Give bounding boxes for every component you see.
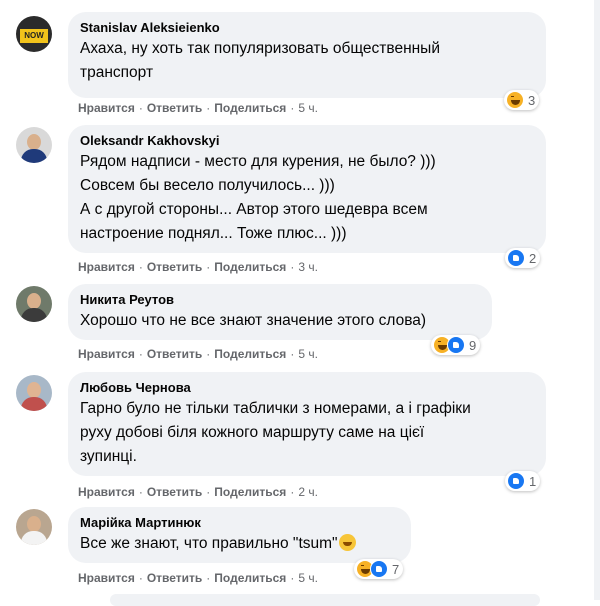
comment-bubble: Никита Реутов Хорошо что не все знают зн… bbox=[68, 284, 492, 340]
comment-bubble: Любовь Чернова Гарно було не тільки табл… bbox=[68, 372, 546, 476]
reaction-count: 2 bbox=[529, 250, 537, 266]
comment-text: Ахаха, ну хоть так популяризовать общест… bbox=[80, 40, 440, 81]
comment-author[interactable]: Никита Реутов bbox=[80, 292, 480, 308]
comment-author[interactable]: Марійка Мартинюк bbox=[80, 515, 399, 531]
comment-author[interactable]: Stanislav Aleksieienko bbox=[80, 20, 534, 36]
grinning-emoji-icon bbox=[338, 534, 356, 551]
comment-bubble: Stanislav Aleksieienko Ахаха, ну хоть та… bbox=[68, 12, 546, 98]
reply-button[interactable]: Ответить bbox=[147, 347, 202, 361]
share-button[interactable]: Поделиться bbox=[214, 347, 286, 361]
comment-actions: Нравится · Ответить · Поделиться · 5 ч. bbox=[78, 101, 318, 115]
reply-button[interactable]: Ответить bbox=[147, 571, 202, 585]
reply-button[interactable]: Ответить bbox=[147, 485, 202, 499]
reaction-count: 3 bbox=[528, 92, 536, 108]
reaction-summary[interactable]: 3 bbox=[504, 90, 540, 110]
next-comment-bubble bbox=[110, 594, 540, 606]
timestamp[interactable]: 5 ч. bbox=[298, 101, 318, 115]
avatar[interactable] bbox=[16, 375, 52, 411]
haha-icon bbox=[506, 91, 524, 109]
comment-text: Рядом надписи - место для курения, не бы… bbox=[80, 153, 436, 242]
comment-actions: Нравится · Ответить · Поделиться · 5 ч. bbox=[78, 571, 318, 585]
page-scroll-gutter bbox=[594, 0, 600, 600]
reply-button[interactable]: Ответить bbox=[147, 101, 202, 115]
like-button[interactable]: Нравится bbox=[78, 347, 135, 361]
avatar[interactable] bbox=[16, 509, 52, 545]
comment-bubble: Марійка Мартинюк Все же знают, что прави… bbox=[68, 507, 411, 563]
avatar[interactable] bbox=[16, 286, 52, 322]
timestamp[interactable]: 5 ч. bbox=[298, 571, 318, 585]
like-button[interactable]: Нравится bbox=[78, 260, 135, 274]
comment-actions: Нравится · Ответить · Поделиться · 2 ч. bbox=[78, 485, 318, 499]
avatar[interactable]: NOW bbox=[16, 16, 52, 52]
comment-text: Гарно було не тільки таблички з номерами… bbox=[80, 400, 471, 465]
reaction-count: 1 bbox=[529, 473, 537, 489]
avatar-sign: NOW bbox=[20, 29, 48, 43]
share-button[interactable]: Поделиться bbox=[214, 485, 286, 499]
like-button[interactable]: Нравится bbox=[78, 101, 135, 115]
reaction-summary[interactable]: 9 bbox=[431, 335, 481, 355]
reply-button[interactable]: Ответить bbox=[147, 260, 202, 274]
reaction-count: 9 bbox=[469, 337, 477, 353]
timestamp[interactable]: 2 ч. bbox=[298, 485, 318, 499]
comment-actions: Нравится · Ответить · Поделиться · 5 ч. bbox=[78, 347, 318, 361]
comment-bubble: Oleksandr Kakhovskyi Рядом надписи - мес… bbox=[68, 125, 546, 253]
timestamp[interactable]: 3 ч. bbox=[298, 260, 318, 274]
share-button[interactable]: Поделиться bbox=[214, 101, 286, 115]
share-button[interactable]: Поделиться bbox=[214, 571, 286, 585]
reaction-summary[interactable]: 1 bbox=[505, 471, 541, 491]
timestamp[interactable]: 5 ч. bbox=[298, 347, 318, 361]
like-button[interactable]: Нравится bbox=[78, 485, 135, 499]
like-icon bbox=[447, 336, 465, 354]
comment-text: Все же знают, что правильно "tsum" bbox=[80, 532, 399, 556]
avatar[interactable] bbox=[16, 127, 52, 163]
comment-author[interactable]: Oleksandr Kakhovskyi bbox=[80, 133, 534, 149]
share-button[interactable]: Поделиться bbox=[214, 260, 286, 274]
comment-author[interactable]: Любовь Чернова bbox=[80, 380, 534, 396]
like-button[interactable]: Нравится bbox=[78, 571, 135, 585]
comment-actions: Нравится · Ответить · Поделиться · 3 ч. bbox=[78, 260, 318, 274]
reaction-summary[interactable]: 2 bbox=[505, 248, 541, 268]
like-icon bbox=[370, 560, 388, 578]
comment-text: Хорошо что не все знают значение этого с… bbox=[80, 312, 427, 329]
like-icon bbox=[507, 249, 525, 267]
reaction-count: 7 bbox=[392, 561, 400, 577]
reaction-summary[interactable]: 7 bbox=[354, 559, 404, 579]
like-icon bbox=[507, 472, 525, 490]
